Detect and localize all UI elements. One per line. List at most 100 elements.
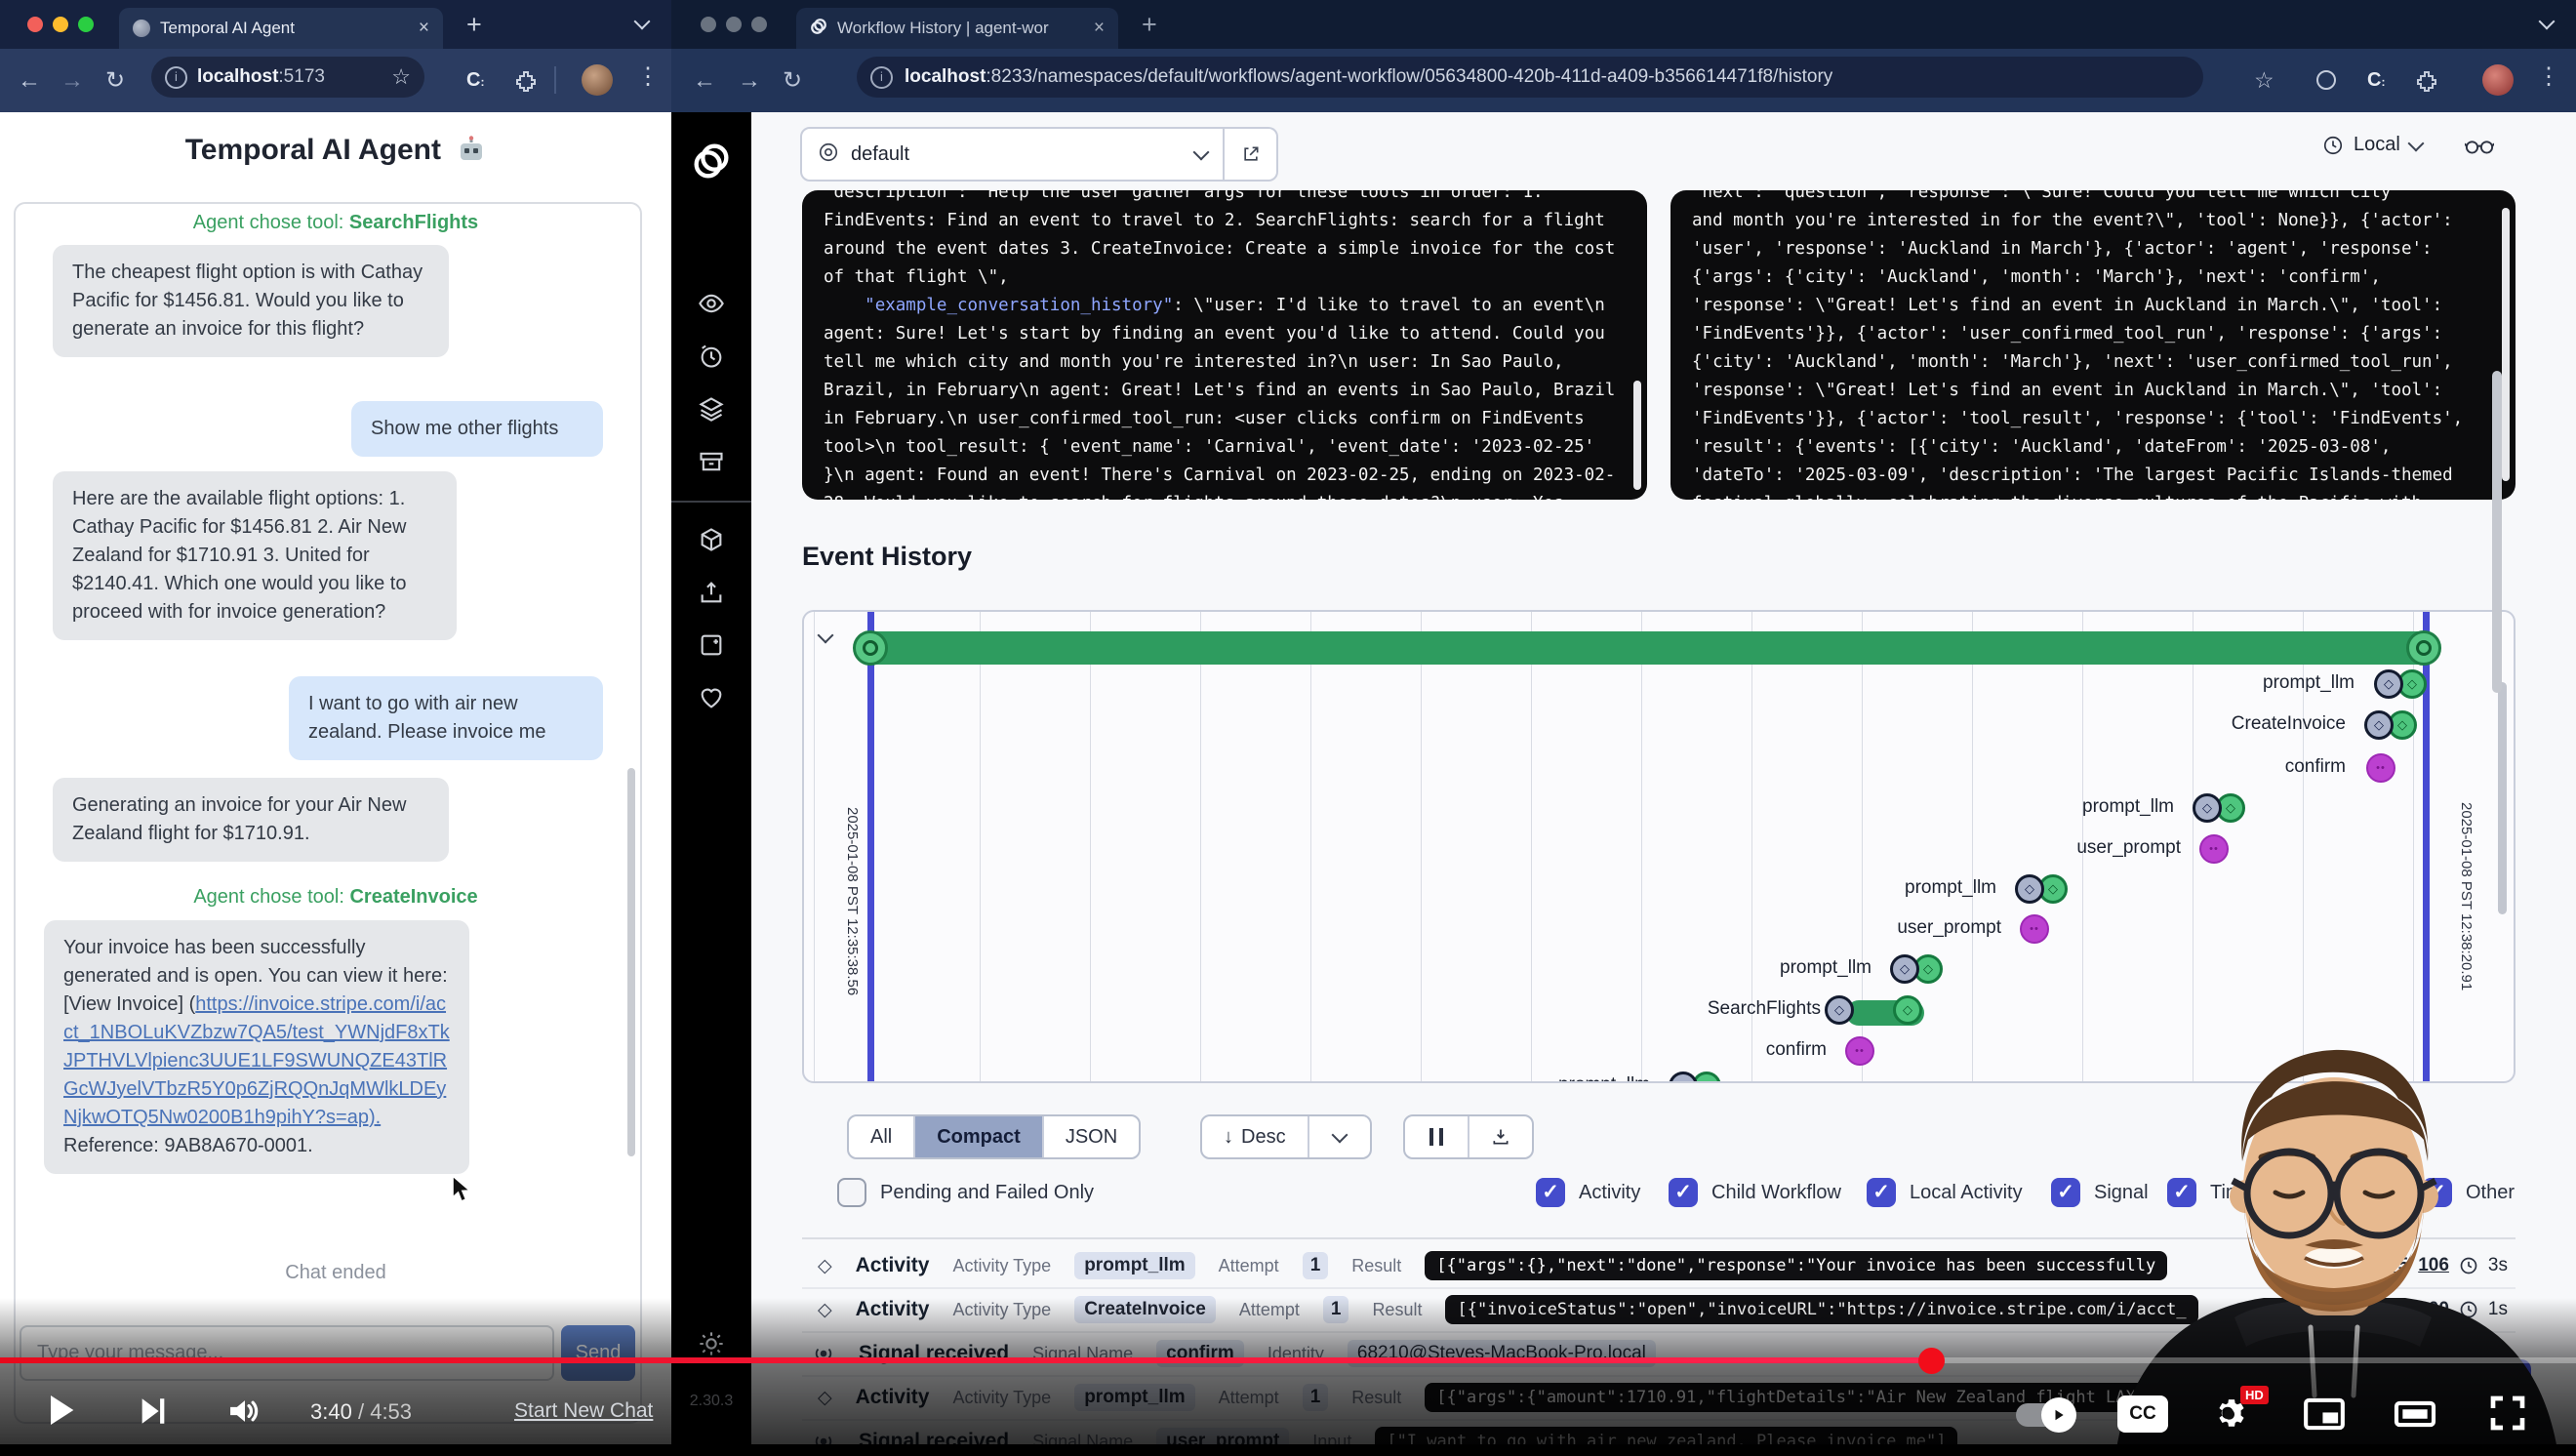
reload-icon[interactable]: ↻ [783, 69, 802, 93]
new-tab-button[interactable]: + [1142, 10, 1157, 40]
player-scrubber-dot[interactable] [1918, 1348, 1945, 1374]
extension-circle-icon[interactable] [2316, 70, 2336, 90]
pause-button[interactable] [1405, 1116, 1468, 1157]
activity-scheduled-marker[interactable] [2193, 793, 2222, 823]
signal-marker[interactable] [2199, 834, 2229, 864]
code-scrollbar[interactable] [2502, 208, 2510, 481]
new-tab-button[interactable]: + [466, 10, 482, 40]
nav-archive-icon[interactable] [698, 448, 725, 480]
filter-child-workflow-checkbox[interactable] [1669, 1178, 1698, 1207]
activity-scheduled-marker[interactable] [1890, 954, 1919, 984]
activity-completed-marker[interactable] [1692, 1072, 1721, 1083]
back-icon[interactable]: ← [18, 69, 41, 93]
profile-avatar[interactable] [2482, 64, 2514, 96]
activity-scheduled-marker[interactable] [2374, 669, 2403, 699]
minimize-window-button[interactable] [726, 17, 742, 32]
tab-workflow-history[interactable]: Workflow History | agent-wor × [796, 8, 1118, 49]
chat-ended-label: Chat ended [0, 1262, 671, 1284]
bookmark-star-icon[interactable]: ☆ [2254, 67, 2274, 94]
zoom-window-button[interactable] [78, 17, 94, 32]
workflow-start-marker[interactable] [853, 630, 888, 666]
zoom-window-button[interactable] [751, 17, 767, 32]
extension-c-icon[interactable]: C: [2367, 69, 2384, 92]
nav-workflows-icon[interactable] [698, 290, 725, 322]
collapse-timeline-chevron-icon[interactable] [818, 627, 834, 644]
timeline-scrollbar[interactable] [2498, 682, 2507, 914]
nav-import-icon[interactable] [698, 579, 725, 611]
forward-icon[interactable]: → [60, 69, 84, 93]
result-payload-panel[interactable]: 'next': 'question', 'response': \"Sure! … [1670, 190, 2516, 500]
close-window-button[interactable] [701, 17, 716, 32]
extension-c-icon[interactable]: C: [466, 69, 483, 92]
menu-kebab-icon[interactable]: ⋮ [2537, 62, 2560, 91]
volume-icon[interactable] [226, 1394, 263, 1429]
signal-marker[interactable] [2366, 753, 2395, 783]
address-bar[interactable]: i localhost:5173 ☆ [151, 57, 424, 98]
close-tab-icon[interactable]: × [1094, 18, 1105, 39]
chat-scrollbar[interactable] [627, 768, 635, 1156]
captions-button[interactable]: CC [2117, 1395, 2168, 1433]
extensions-puzzle-icon[interactable] [2416, 70, 2437, 97]
tab-overview-chevron-icon[interactable] [2539, 14, 2556, 30]
extensions-puzzle-icon[interactable] [515, 70, 537, 97]
sort-desc-button[interactable]: ↓Desc [1202, 1116, 1308, 1157]
activity-scheduled-marker[interactable] [2364, 710, 2394, 740]
nav-stack-icon[interactable] [698, 395, 725, 427]
nav-feedback-heart-icon[interactable] [698, 684, 725, 716]
timeline-row-label: confirm [1766, 1039, 1827, 1061]
namespace-select[interactable]: default [800, 127, 1225, 182]
fullscreen-button[interactable] [2486, 1394, 2529, 1433]
code-scrollbar[interactable] [1633, 381, 1641, 490]
temporal-favicon [810, 18, 827, 40]
next-button[interactable] [137, 1394, 170, 1429]
filter-local-activity-checkbox[interactable] [1867, 1178, 1896, 1207]
tab-temporal-ai-agent[interactable]: Temporal AI Agent × [119, 8, 443, 49]
filter-signal-checkbox[interactable] [2051, 1178, 2080, 1207]
signal-marker[interactable] [2020, 914, 2049, 944]
filter-child-workflow-label: Child Workflow [1711, 1182, 1841, 1204]
namespace-open-button[interactable] [1225, 127, 1278, 182]
bookmark-star-icon[interactable]: ☆ [391, 64, 411, 90]
temporal-logo[interactable] [692, 142, 731, 185]
reload-icon[interactable]: ↻ [105, 69, 125, 93]
autoplay-toggle[interactable] [2016, 1403, 2073, 1427]
nav-deployments-icon[interactable] [698, 526, 725, 558]
address-bar[interactable]: i localhost:8233/namespaces/default/work… [857, 57, 2203, 98]
nav-schedules-icon[interactable] [698, 343, 725, 375]
tab-overview-chevron-icon[interactable] [634, 14, 651, 30]
pending-failed-checkbox[interactable] [837, 1178, 866, 1207]
filter-activity-checkbox[interactable] [1536, 1178, 1565, 1207]
site-info-icon[interactable]: i [165, 66, 187, 89]
forward-icon[interactable]: → [738, 69, 761, 93]
start-new-chat-link[interactable]: Start New Chat [514, 1399, 653, 1423]
activity-scheduled-marker[interactable] [1669, 1072, 1698, 1083]
sort-chevron-button[interactable] [1308, 1116, 1370, 1157]
back-icon[interactable]: ← [693, 69, 716, 93]
view-all-button[interactable]: All [849, 1116, 913, 1157]
timeline-row-label: prompt_llm [1780, 957, 1872, 979]
workflow-execution-bar[interactable] [870, 631, 2430, 665]
workflow-end-marker[interactable] [2406, 630, 2441, 666]
view-compact-button[interactable]: Compact [913, 1116, 1042, 1157]
signal-marker[interactable] [1845, 1036, 1874, 1066]
menu-kebab-icon[interactable]: ⋮ [636, 62, 660, 91]
input-payload-panel[interactable]: "description": "Help the user gather arg… [802, 190, 1647, 500]
view-json-button[interactable]: JSON [1042, 1116, 1139, 1157]
activity-completed-marker[interactable] [1893, 995, 1922, 1025]
activity-scheduled-marker[interactable] [2015, 874, 2044, 904]
download-history-button[interactable] [1468, 1116, 1532, 1157]
timezone-select[interactable]: Local [2322, 134, 2422, 156]
data-encoder-glasses-icon[interactable] [2465, 134, 2494, 162]
nav-codec-icon[interactable] [698, 631, 725, 664]
site-info-icon[interactable]: i [870, 66, 893, 89]
close-window-button[interactable] [27, 17, 43, 32]
miniplayer-button[interactable] [2303, 1395, 2346, 1433]
minimize-window-button[interactable] [53, 17, 68, 32]
play-button[interactable] [41, 1390, 80, 1431]
activity-scheduled-marker[interactable] [1825, 995, 1854, 1025]
profile-avatar[interactable] [582, 64, 613, 96]
theater-mode-button[interactable] [2393, 1395, 2437, 1433]
timeline-row-label: CreateInvoice [2232, 713, 2346, 735]
page-scrollbar[interactable] [2492, 371, 2502, 693]
close-tab-icon[interactable]: × [419, 18, 429, 39]
